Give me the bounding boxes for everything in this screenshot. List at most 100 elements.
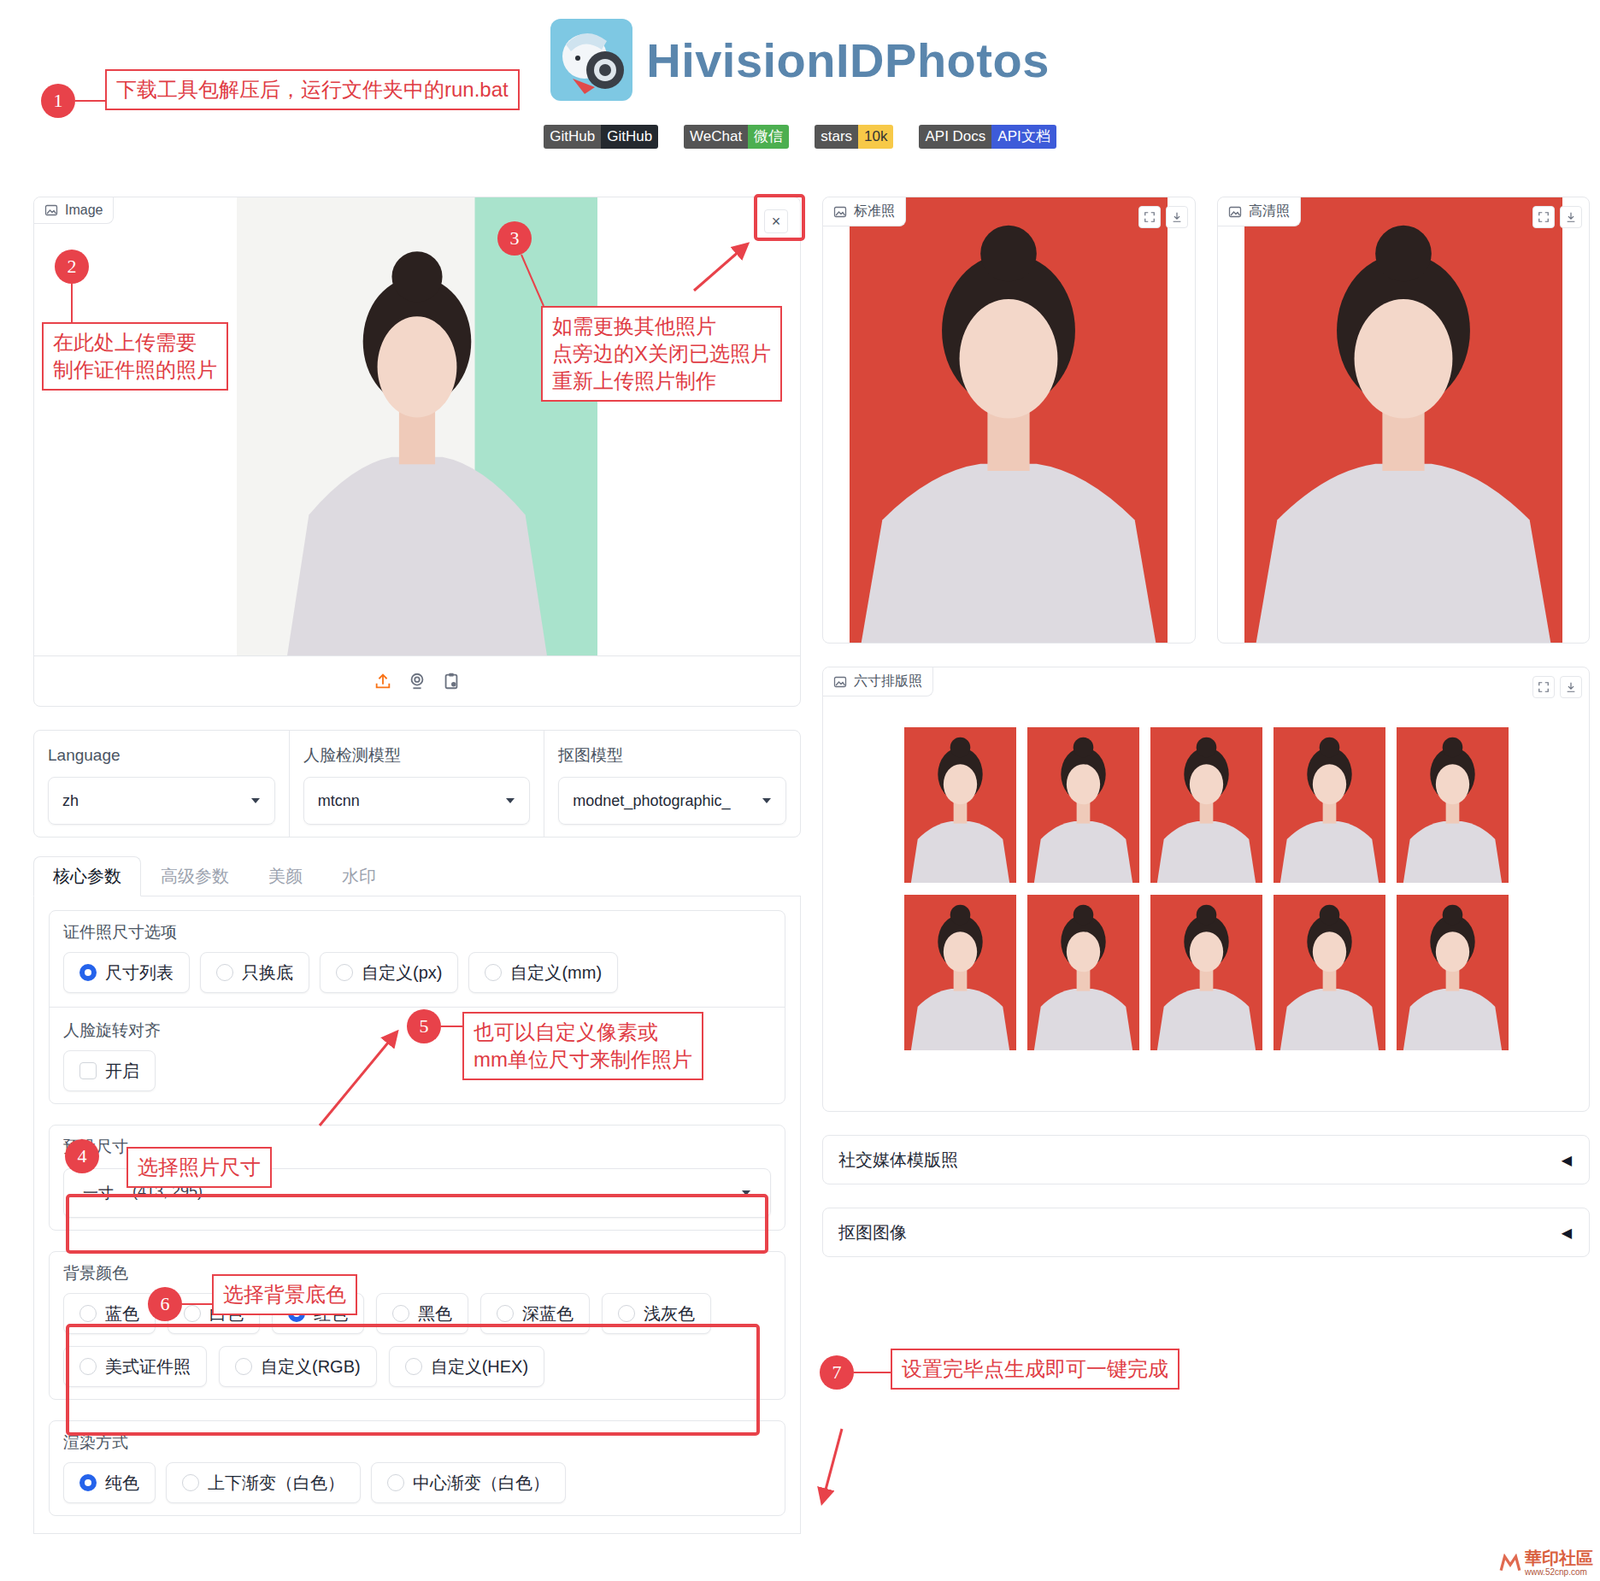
accordion[interactable]: 抠图图像◀: [822, 1207, 1590, 1258]
tab[interactable]: 高级参数: [141, 856, 249, 897]
app-page: HivisionIDPhotos GitHubGitHub WeChat微信 star…: [0, 0, 1600, 1581]
clipboard-icon[interactable]: [441, 671, 461, 691]
image-input[interactable]: Image ×: [33, 196, 801, 707]
download-button[interactable]: [1559, 676, 1583, 699]
annotation-lines: [0, 0, 1600, 1581]
accordion[interactable]: 社交媒体模版照◀: [822, 1135, 1590, 1185]
output-card: 标准照: [822, 196, 1196, 644]
dropdown[interactable]: zh: [47, 776, 276, 825]
layout-grid: [823, 727, 1589, 1051]
render-mode-panel: 渲染方式纯色上下渐变（白色）中心渐变（白色）: [48, 1420, 786, 1517]
layout-label: 六寸排版照: [823, 667, 934, 697]
field-label: 背景颜色: [63, 1262, 771, 1285]
radio-option[interactable]: 自定义(RGB): [218, 1346, 377, 1388]
output-tools: [1532, 205, 1583, 229]
radio-icon: [387, 1474, 405, 1492]
annotation-note: 下载工具包解压后，运行文件夹中的run.bat: [105, 69, 520, 111]
output-label: 高清照: [1217, 197, 1301, 227]
annotation-note: 设置完毕点生成即可一键完成: [890, 1348, 1180, 1390]
badge[interactable]: GitHubGitHub: [543, 124, 659, 149]
dropdown-value: mtcnn: [317, 792, 360, 811]
radio-option[interactable]: 上下渐变（白色）: [165, 1462, 361, 1504]
radio-icon: [79, 964, 97, 982]
radio-icon: [216, 964, 234, 982]
arrow-icon: [319, 1032, 397, 1126]
connector-line: [70, 283, 73, 323]
radio-icon: [392, 1305, 410, 1323]
fullscreen-button[interactable]: [1138, 205, 1161, 229]
badge-value: 10k: [858, 124, 894, 149]
dropdown[interactable]: mtcnn: [303, 776, 531, 825]
brand: HivisionIDPhotos: [550, 18, 1050, 101]
layout-photo: [904, 894, 1017, 1051]
caret-down-icon: [741, 1189, 752, 1197]
layout-tools: [1532, 676, 1583, 699]
radio-option[interactable]: 深蓝色: [480, 1293, 590, 1335]
badge[interactable]: API DocsAPI文档: [918, 124, 1056, 149]
radio-option[interactable]: 自定义(px): [319, 952, 459, 994]
badge[interactable]: stars10k: [814, 124, 894, 149]
output-row: 标准照 高清照: [822, 196, 1590, 644]
layout-photo: [1273, 894, 1386, 1051]
download-icon: [1564, 681, 1577, 694]
checkbox-icon: [79, 1062, 97, 1080]
badge[interactable]: WeChat微信: [683, 124, 789, 149]
dropdown[interactable]: modnet_photographic_: [558, 776, 787, 825]
fullscreen-icon: [1537, 211, 1550, 224]
webcam-icon[interactable]: [407, 671, 427, 691]
checkbox-option[interactable]: 开启: [63, 1050, 156, 1092]
radio-option[interactable]: 美式证件照: [63, 1346, 207, 1388]
radio-icon: [617, 1305, 636, 1323]
badge-value: GitHub: [600, 124, 659, 149]
tab[interactable]: 核心参数: [33, 856, 142, 897]
badge-label: GitHub: [543, 124, 601, 149]
fullscreen-button[interactable]: [1532, 676, 1555, 699]
field-label: 渲染方式: [63, 1431, 771, 1454]
radio-option[interactable]: 中心渐变（白色）: [370, 1462, 566, 1504]
tab-bar: 核心参数高级参数美颜水印: [33, 856, 801, 897]
badge-label: stars: [814, 124, 859, 149]
dropdown-value: modnet_photographic_: [572, 792, 730, 811]
accordion-title: 抠图图像: [838, 1221, 907, 1245]
radio-option[interactable]: 纯色: [63, 1462, 156, 1504]
fullscreen-button[interactable]: [1532, 205, 1555, 229]
app-title: HivisionIDPhotos: [646, 32, 1050, 89]
tab[interactable]: 水印: [322, 856, 396, 897]
image-area: [34, 197, 800, 656]
divider: [49, 1006, 785, 1008]
badge-value: 微信: [747, 124, 789, 149]
collapse-icon: ◀: [1561, 1152, 1572, 1169]
tab[interactable]: 美颜: [248, 856, 323, 897]
radio-icon: [484, 964, 502, 982]
layout-card: 六寸排版照: [822, 666, 1590, 1112]
connector-line: [441, 1025, 463, 1028]
fullscreen-icon: [1537, 681, 1550, 694]
connector-line: [521, 254, 544, 306]
step-number: 6: [147, 1287, 183, 1322]
radio-option[interactable]: 蓝色: [63, 1293, 156, 1335]
close-button[interactable]: ×: [764, 209, 789, 234]
radio-option[interactable]: 黑色: [376, 1293, 469, 1335]
radio-option[interactable]: 自定义(HEX): [388, 1346, 545, 1388]
image-icon: [44, 203, 59, 218]
annotation-note: 如需更换其他照片点旁边的X关闭已选照片重新上传照片制作: [541, 305, 783, 402]
connector-line: [182, 1303, 212, 1306]
mascot-logo-icon: [550, 18, 633, 101]
field-label: 人脸检测模型: [303, 744, 531, 767]
image-label: Image: [34, 197, 114, 224]
upload-icon[interactable]: [373, 671, 393, 691]
radio-icon: [79, 1358, 97, 1376]
radio-option[interactable]: 浅灰色: [601, 1293, 712, 1335]
step-number: 7: [819, 1355, 854, 1390]
radio-option[interactable]: 只换底: [200, 952, 310, 994]
download-icon: [1564, 211, 1577, 224]
radio-option[interactable]: 自定义(mm): [468, 952, 618, 994]
output-label: 标准照: [823, 197, 906, 227]
right-column: 标准照高清照六寸排版照社交媒体模版照◀抠图图像◀: [822, 196, 1590, 1535]
download-button[interactable]: [1559, 205, 1583, 229]
output-tools: [1138, 205, 1189, 229]
download-button[interactable]: [1165, 205, 1189, 229]
layout-photo: [1027, 727, 1140, 883]
render-option-group: 纯色上下渐变（白色）中心渐变（白色）: [63, 1462, 771, 1504]
radio-option[interactable]: 尺寸列表: [63, 952, 190, 994]
